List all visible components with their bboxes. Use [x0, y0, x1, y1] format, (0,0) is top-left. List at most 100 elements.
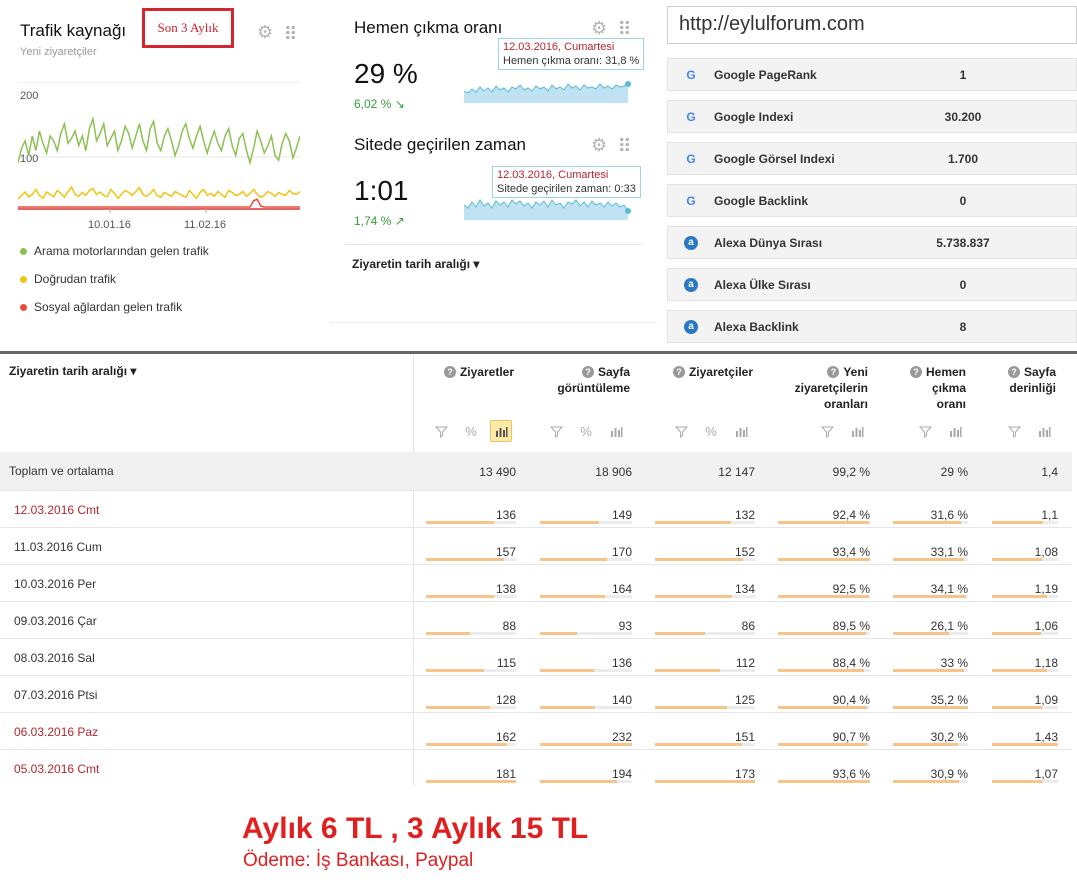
help-icon[interactable]: ? — [581, 366, 594, 378]
legend-item[interactable]: Sosyal ağlardan gelen trafik — [20, 300, 182, 314]
bar-chart-icon[interactable] — [1033, 420, 1055, 442]
table-row[interactable]: 11.03.2016 Cum 157 170 152 93,4 % 33,1 % 1,08 — [0, 527, 1072, 564]
promo-payment: Ödeme: İş Bankası, Paypal — [243, 850, 474, 871]
period-button[interactable]: Son 3 Aylık — [142, 8, 234, 48]
bar-chart-icon[interactable] — [730, 420, 752, 442]
cell-bar-fill — [426, 595, 495, 598]
cell-bar — [778, 669, 870, 672]
column-header[interactable]: ? Ziyaretler — [443, 364, 514, 380]
gear-icon[interactable]: ⚙ — [257, 23, 275, 41]
cell-bar-fill — [893, 706, 968, 709]
legend-item[interactable]: Doğrudan trafik — [20, 272, 116, 286]
seo-label: Alexa Backlink — [714, 320, 799, 334]
table-cell: 173 — [734, 767, 755, 781]
table-cell: 136 — [495, 508, 516, 522]
cell-bar-fill — [655, 780, 755, 783]
x-tick-label: 11.02.16 — [184, 219, 226, 231]
table-row[interactable]: 07.03.2016 Ptsi 128 140 125 90,4 % 35,2 % 1,09 — [0, 675, 1072, 712]
filter-icon[interactable] — [670, 420, 692, 442]
column-header-label: ziyaretçilerin — [794, 381, 868, 395]
cell-bar-fill — [540, 743, 632, 746]
table-cell: 31,6 % — [930, 508, 968, 522]
seo-row: G Google Görsel Indexi 1.700 — [667, 142, 1077, 175]
table-cell: 18 906 — [595, 465, 632, 479]
table-row[interactable]: 06.03.2016 Paz 162 232 151 90,7 % 30,2 % 1,43 — [0, 712, 1072, 749]
legend-dot-icon — [20, 275, 27, 283]
gear-icon[interactable]: ⚙ — [591, 136, 609, 154]
cell-bar-fill — [893, 780, 959, 783]
seo-label: Google Indexi — [714, 110, 794, 124]
column-header[interactable]: ? Ziyaretçiler — [672, 364, 753, 380]
row-date-label: Toplam ve ortalama — [9, 464, 114, 478]
row-date-label: 10.03.2016 Per — [14, 577, 97, 591]
percent-icon[interactable]: % — [460, 420, 482, 442]
bar-chart-icon[interactable] — [490, 420, 512, 442]
table-cell: 33 % — [940, 656, 968, 670]
table-cell: 88 — [502, 619, 516, 633]
date-range-column-header[interactable]: Ziyaretin tarih aralığı ▾ — [9, 364, 136, 378]
column-header[interactable]: ? Sayfa derinliği — [1007, 364, 1056, 396]
cell-bar-fill — [893, 595, 966, 598]
bar-chart-icon[interactable] — [944, 420, 966, 442]
filter-icon[interactable] — [1003, 420, 1025, 442]
help-icon[interactable]: ? — [672, 366, 685, 378]
drag-handle-icon[interactable] — [619, 20, 630, 35]
table-cell: 12 147 — [718, 465, 755, 479]
drag-handle-icon[interactable] — [619, 137, 630, 152]
cell-bar — [426, 743, 516, 746]
seo-value: 0 — [959, 194, 967, 208]
drag-handle-icon[interactable] — [285, 25, 296, 40]
cell-bar — [893, 780, 968, 783]
tooltip-text: Sitede geçirilen zaman: 0:33 — [497, 183, 636, 195]
help-icon[interactable]: ? — [827, 366, 840, 378]
filter-icon[interactable] — [914, 420, 936, 442]
series-line — [18, 185, 300, 200]
cell-bar-fill — [778, 595, 870, 598]
column-header-label: Hemen — [925, 365, 966, 379]
cell-bar — [992, 706, 1058, 709]
table-cell: 93,6 % — [832, 767, 870, 781]
help-icon[interactable]: ? — [1007, 366, 1020, 378]
cell-bar-fill — [778, 521, 870, 524]
seo-label: Google Backlink — [714, 194, 809, 208]
column-header[interactable]: ? Yeni ziyaretçilerin oranları — [795, 364, 868, 412]
divider — [330, 322, 657, 323]
url-field[interactable]: http://eylulforum.com — [667, 6, 1077, 44]
seo-label: Alexa Ülke Sırası — [714, 278, 811, 292]
table-cell: 1,19 — [1034, 582, 1058, 596]
table-cell: 134 — [734, 582, 755, 596]
filter-icon[interactable] — [545, 420, 567, 442]
bounce-sparkline[interactable] — [464, 73, 632, 103]
bounce-tooltip: 12.03.2016, Cumartesi Hemen çıkma oranı:… — [498, 38, 645, 70]
table-row[interactable]: 08.03.2016 Sal 115 136 112 88,4 % 33 % 1,18 — [0, 638, 1072, 675]
column-header[interactable]: ? Hemen çıkma oranı — [909, 364, 966, 412]
table-row[interactable]: 12.03.2016 Cmt 136 149 132 92,4 % 31,6 % 1,1 — [0, 490, 1072, 527]
cell-bar-fill — [655, 706, 727, 709]
percent-icon[interactable]: % — [700, 420, 722, 442]
seo-label: Google PageRank — [714, 68, 817, 82]
cell-bar-fill — [426, 632, 471, 635]
table-cell: 132 — [734, 508, 755, 522]
cell-bar-fill — [426, 558, 505, 561]
date-range-dropdown[interactable]: Ziyaretin tarih aralığı ▾ — [352, 257, 479, 271]
help-icon[interactable]: ? — [443, 366, 456, 378]
table-row[interactable]: 05.03.2016 Cmt 181 194 173 93,6 % 30,9 % 1,07 — [0, 749, 1072, 786]
percent-icon[interactable]: % — [575, 420, 597, 442]
legend-item[interactable]: Arama motorlarından gelen trafik — [20, 244, 209, 258]
cell-bar-fill — [893, 669, 964, 672]
bar-chart-icon[interactable] — [605, 420, 627, 442]
column-header[interactable]: ? Sayfa görüntüleme — [557, 364, 630, 396]
filter-icon[interactable] — [816, 420, 838, 442]
seo-row: a Alexa Backlink 8 — [667, 310, 1077, 343]
table-cell: 30,9 % — [930, 767, 968, 781]
total-row[interactable]: Toplam ve ortalama 13 490 18 906 12 147 99,2… — [0, 452, 1072, 490]
table-cell: 157 — [495, 545, 516, 559]
cell-bar-fill — [655, 743, 742, 746]
bar-chart-icon[interactable] — [846, 420, 868, 442]
filter-icon[interactable] — [430, 420, 452, 442]
table-row[interactable]: 10.03.2016 Per 138 164 134 92,5 % 34,1 % 1,19 — [0, 564, 1072, 601]
table-cell: 90,4 % — [832, 693, 870, 707]
table-row[interactable]: 09.03.2016 Çar 88 93 86 89,5 % 26,1 % 1,06 — [0, 601, 1072, 638]
help-icon[interactable]: ? — [909, 366, 922, 378]
gear-icon[interactable]: ⚙ — [591, 19, 609, 37]
